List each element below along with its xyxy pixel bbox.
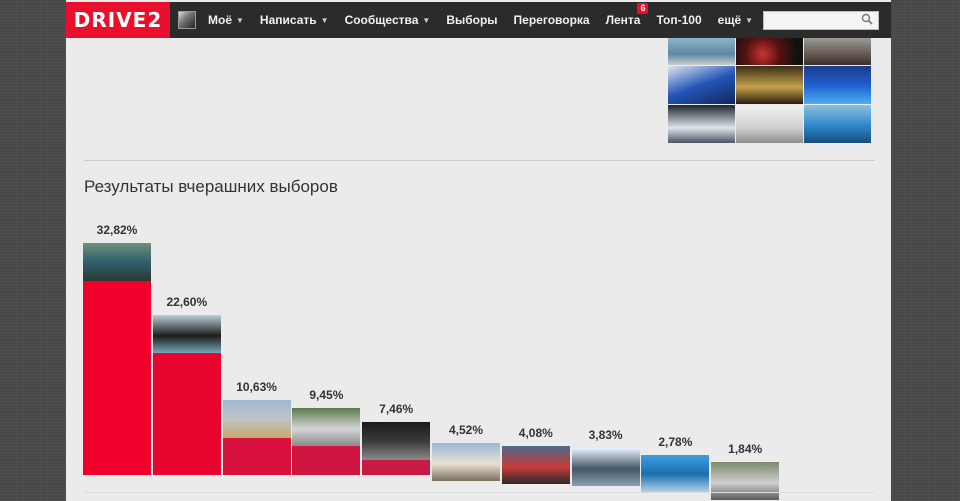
caret-down-icon: ▼ bbox=[745, 15, 754, 25]
car-photo[interactable] bbox=[668, 66, 735, 104]
nav-item-0[interactable]: Моё ▼ bbox=[200, 2, 252, 38]
caret-down-icon: ▼ bbox=[422, 15, 431, 25]
bar-value-label: 4,08% bbox=[518, 426, 553, 440]
nav-item-label: Сообщества bbox=[344, 13, 419, 27]
section-divider bbox=[84, 160, 875, 161]
car-photo[interactable] bbox=[668, 105, 735, 143]
caret-down-icon: ▼ bbox=[320, 15, 329, 25]
photo-grid bbox=[668, 38, 874, 143]
bar-value-label: 4,52% bbox=[448, 423, 484, 437]
bar-value-label: 9,45% bbox=[309, 388, 344, 402]
nav-item-2[interactable]: Сообщества ▼ bbox=[337, 2, 439, 38]
car-photo[interactable] bbox=[804, 66, 871, 104]
bar-value-label: 22,60% bbox=[166, 295, 208, 309]
bar-value-label: 1,84% bbox=[728, 442, 763, 456]
nav-item-6[interactable]: Топ-100 bbox=[648, 2, 709, 38]
site-logo[interactable]: DRIVE2 bbox=[66, 2, 170, 38]
nav-item-5[interactable]: Лента 6 bbox=[598, 2, 649, 38]
top-navbar: DRIVE2 Моё ▼ Написать ▼ Сообщества ▼ Выборы Пер… bbox=[66, 2, 891, 38]
car-thumbnail[interactable] bbox=[501, 446, 570, 484]
poll-results-chart: 32,82% 22,60% 10,63% 9,45% 7,46% 4,52% 4,08% 3,… bbox=[83, 205, 783, 500]
bottom-divider bbox=[84, 492, 875, 493]
nav-item-label: Выборы bbox=[446, 13, 498, 27]
nav-item-label: Топ-100 bbox=[656, 13, 702, 27]
nav-item-1[interactable]: Написать ▼ bbox=[252, 2, 337, 38]
car-photo[interactable] bbox=[804, 38, 871, 65]
section-title: Результаты вчерашних выборов bbox=[84, 177, 338, 196]
car-thumbnail[interactable] bbox=[222, 400, 291, 438]
car-photo[interactable] bbox=[736, 66, 803, 104]
car-thumbnail[interactable] bbox=[152, 315, 221, 353]
notification-badge: 6 bbox=[637, 3, 649, 14]
car-thumbnail[interactable] bbox=[432, 443, 500, 481]
nav-menu: Моё ▼ Написать ▼ Сообщества ▼ Выборы Переговорк… bbox=[178, 2, 761, 38]
car-thumbnail[interactable] bbox=[362, 422, 431, 460]
nav-item-label: Моё bbox=[208, 13, 232, 27]
nav-item-label: Написать bbox=[259, 13, 317, 27]
bar-value-label: 3,83% bbox=[588, 428, 623, 442]
caret-down-icon: ▼ bbox=[236, 15, 244, 25]
nav-item-label: ещё bbox=[717, 13, 742, 27]
bar-value-label: 10,63% bbox=[236, 380, 277, 394]
car-thumbnail[interactable] bbox=[571, 448, 640, 486]
search-icon[interactable] bbox=[861, 13, 875, 27]
car-thumbnail[interactable] bbox=[83, 243, 151, 281]
car-thumbnail[interactable] bbox=[641, 455, 710, 493]
bar-value-label: 32,82% bbox=[96, 223, 138, 237]
nav-item-label: Лента bbox=[605, 13, 641, 27]
bar-value-label: 7,46% bbox=[379, 402, 414, 416]
car-photo[interactable] bbox=[736, 38, 803, 65]
nav-item-3[interactable]: Выборы bbox=[438, 2, 505, 38]
car-photo[interactable] bbox=[736, 105, 803, 143]
car-thumbnail[interactable] bbox=[292, 408, 361, 446]
nav-item-4[interactable]: Переговорка bbox=[506, 2, 598, 38]
nav-item-label: Переговорка bbox=[513, 13, 590, 27]
car-photo[interactable] bbox=[668, 38, 735, 65]
bar-value-label: 2,78% bbox=[658, 435, 693, 449]
car-photo[interactable] bbox=[804, 105, 871, 143]
nav-item-7[interactable]: ещё ▼ bbox=[710, 2, 761, 38]
car-thumbnail[interactable] bbox=[711, 462, 780, 500]
user-avatar[interactable] bbox=[178, 11, 196, 29]
